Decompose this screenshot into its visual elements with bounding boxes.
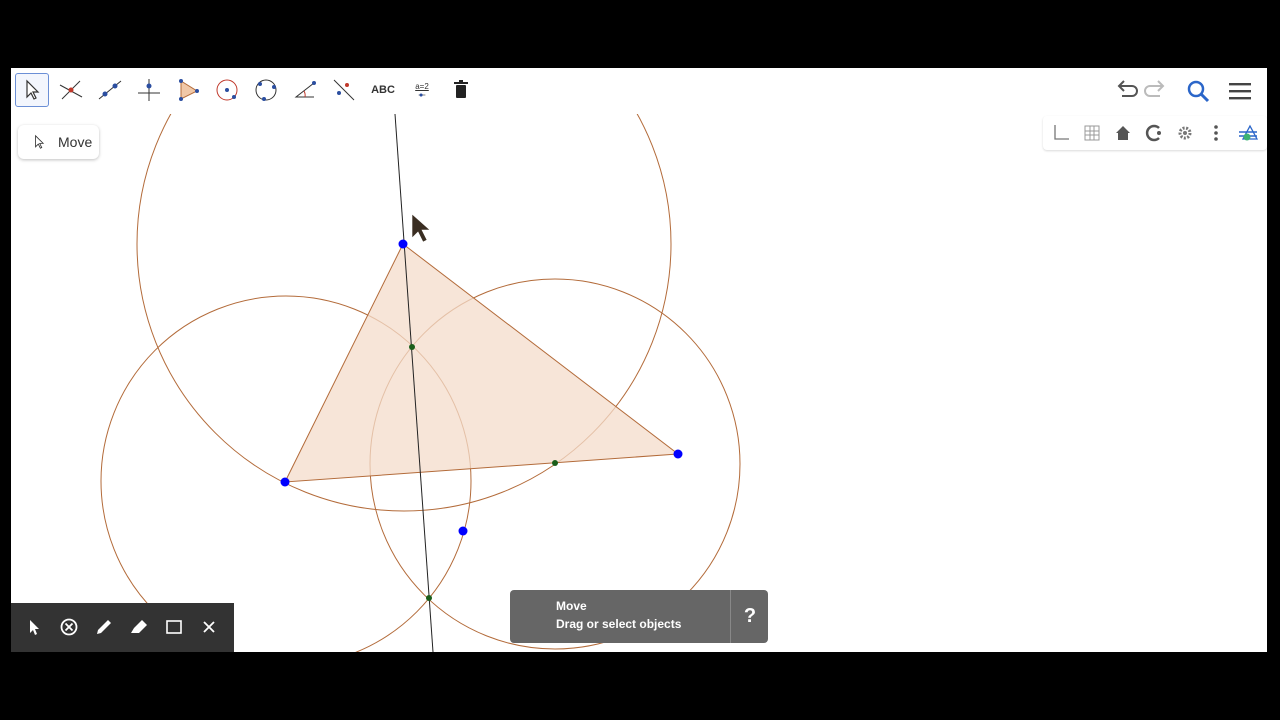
circle-tool-button[interactable]: [210, 73, 244, 107]
point-c[interactable]: [673, 449, 683, 459]
snackbar-title: Move: [556, 599, 587, 613]
close-pen-button[interactable]: [197, 615, 221, 639]
redo-button[interactable]: [1142, 76, 1172, 106]
graphics-style-bar: [1043, 116, 1267, 150]
axes-icon: [1054, 125, 1069, 140]
search-icon: [1187, 80, 1210, 103]
snackbar-help-button[interactable]: ?: [730, 590, 769, 643]
pointer-icon: [30, 620, 39, 635]
gear-icon: [1178, 126, 1192, 140]
eraser-icon: [60, 618, 78, 636]
trash-icon: [454, 80, 468, 98]
intersection-point-3[interactable]: [426, 595, 432, 601]
delete-tool-button[interactable]: [444, 73, 478, 107]
circle-icon: [216, 79, 238, 101]
more-button[interactable]: [1203, 120, 1229, 146]
intersection-point-2[interactable]: [552, 460, 558, 466]
triangle[interactable]: [284, 243, 680, 483]
slider-tool-label: a=2: [415, 81, 429, 91]
undo-button[interactable]: [1110, 76, 1140, 106]
undo-icon: [1117, 80, 1138, 97]
mouse-cursor-icon: [411, 213, 431, 243]
pen-icon: [97, 620, 111, 634]
menu-icon: [1229, 83, 1251, 100]
perpendicular-line-tool-button[interactable]: [132, 73, 166, 107]
pointer-button[interactable]: [22, 615, 46, 639]
pen-button[interactable]: [92, 615, 116, 639]
angle-icon: [294, 81, 316, 98]
more-icon: [1214, 125, 1218, 141]
eraser-button[interactable]: [57, 615, 81, 639]
graphics-canvas[interactable]: [11, 68, 1267, 652]
tooltip-label: Move: [58, 134, 93, 150]
intersection-point-1[interactable]: [409, 344, 415, 350]
search-button[interactable]: [1183, 76, 1213, 106]
tool-help-snackbar: Move Drag or select objects ?: [510, 590, 768, 643]
perpendicular-icon: [138, 79, 160, 101]
point-a[interactable]: [398, 239, 408, 249]
reflect-icon: [333, 79, 355, 101]
text-tool-button[interactable]: ABC: [366, 73, 400, 107]
point-d[interactable]: [458, 526, 468, 536]
point-on-lines-icon: [59, 80, 83, 100]
polygon-tool-button[interactable]: [171, 73, 205, 107]
move-tool-button[interactable]: [15, 73, 49, 107]
rectangle-icon: [166, 620, 182, 634]
conic-tool-button[interactable]: [249, 73, 283, 107]
point-b[interactable]: [280, 477, 290, 487]
home-button[interactable]: [1110, 120, 1136, 146]
grid-icon: [1084, 125, 1100, 141]
polygon-icon: [179, 79, 199, 101]
circle-through-points-icon: [255, 79, 277, 101]
angle-tool-button[interactable]: [288, 73, 322, 107]
line-tool-button[interactable]: [93, 73, 127, 107]
pen-toolbar: [11, 603, 234, 652]
close-icon: [203, 621, 215, 633]
arrow-icon: [35, 134, 45, 149]
slider-icon: [418, 92, 426, 97]
main-menu-button[interactable]: [1225, 76, 1255, 106]
line-icon: [98, 80, 122, 100]
reflect-tool-button[interactable]: [327, 73, 361, 107]
axes-toggle[interactable]: [1048, 120, 1074, 146]
geogebra-app: ABC a=2 Move Move Drag or select objects…: [11, 68, 1267, 652]
view-icon: [1145, 124, 1161, 142]
redo-icon: [1144, 80, 1165, 97]
text-tool-label: ABC: [371, 84, 395, 96]
view-button[interactable]: [1141, 120, 1167, 146]
arrow-icon: [26, 79, 40, 100]
tool-tooltip: Move: [18, 125, 100, 159]
home-icon: [1116, 126, 1130, 140]
highlighter-icon: [131, 620, 147, 633]
settings-button[interactable]: [1172, 120, 1198, 146]
slider-tool-button[interactable]: a=2: [405, 73, 439, 107]
graphics-view-button[interactable]: [1235, 120, 1261, 146]
toolbar: ABC a=2: [11, 68, 1267, 114]
snackbar-text: Drag or select objects: [556, 617, 682, 631]
graphics-icon: [1239, 124, 1258, 141]
rectangle-button[interactable]: [162, 615, 186, 639]
grid-toggle[interactable]: [1079, 120, 1105, 146]
point-tool-button[interactable]: [54, 73, 88, 107]
highlighter-button[interactable]: [127, 615, 151, 639]
